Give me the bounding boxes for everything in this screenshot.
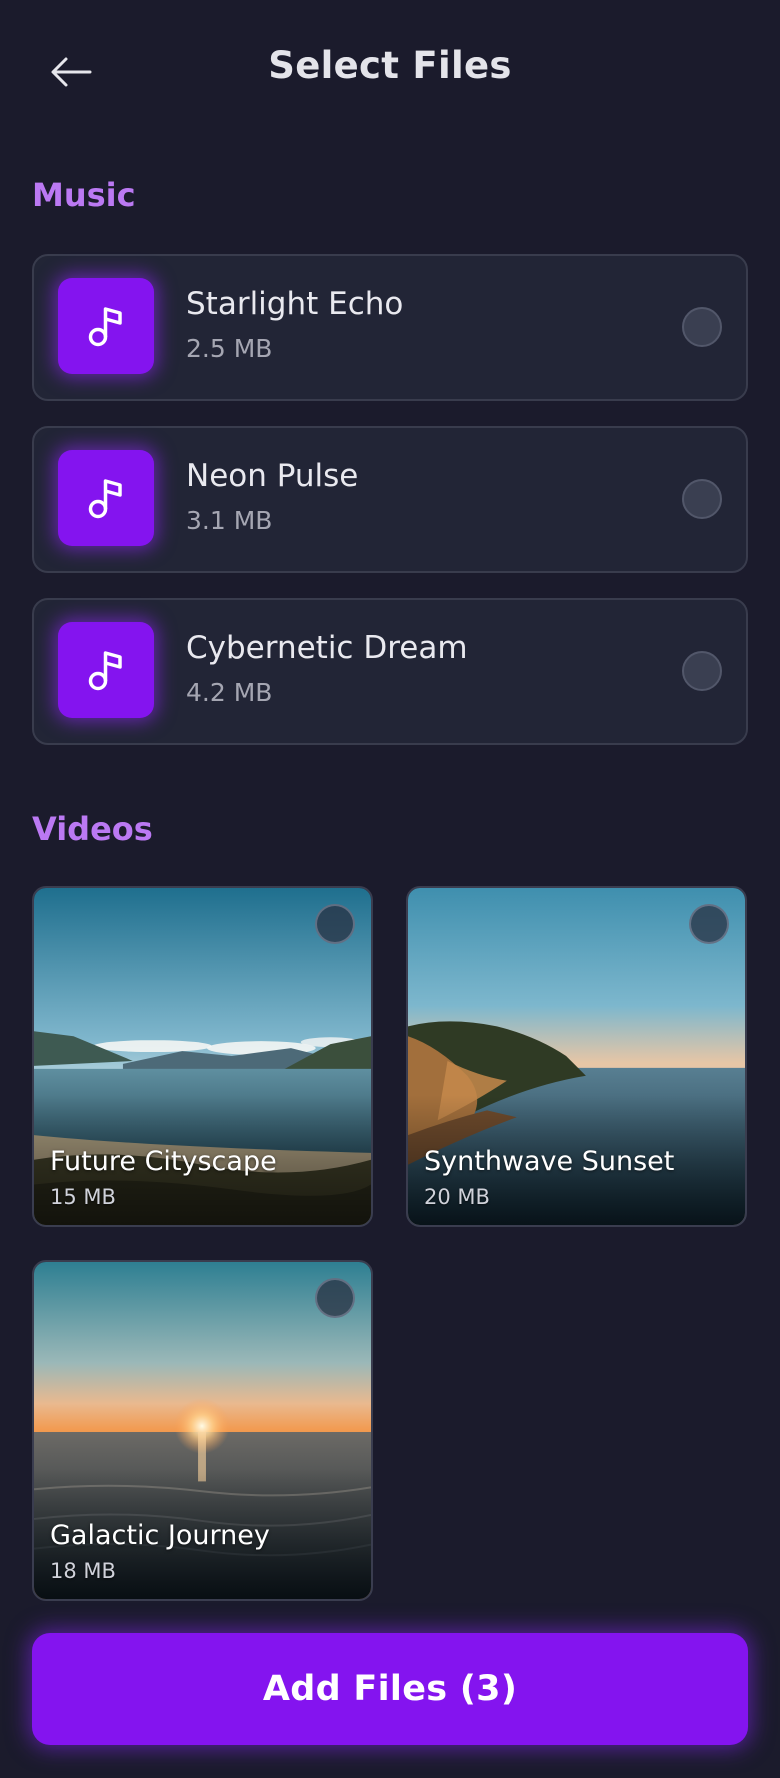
music-item[interactable]: Cybernetic Dream 4.2 MB bbox=[32, 598, 748, 745]
select-radio[interactable] bbox=[682, 307, 722, 347]
video-item-name: Galactic Journey bbox=[50, 1520, 270, 1551]
video-item[interactable]: Synthwave Sunset 20 MB bbox=[406, 886, 747, 1227]
video-item-name: Future Cityscape bbox=[50, 1146, 277, 1177]
video-item-size: 15 MB bbox=[50, 1185, 116, 1209]
music-note-icon bbox=[58, 450, 154, 546]
select-radio[interactable] bbox=[689, 904, 729, 944]
music-item[interactable]: Starlight Echo 2.5 MB bbox=[32, 254, 748, 401]
music-note-icon bbox=[58, 622, 154, 718]
music-item-size: 3.1 MB bbox=[186, 506, 273, 535]
select-radio[interactable] bbox=[682, 479, 722, 519]
select-radio[interactable] bbox=[315, 1278, 355, 1318]
music-item-name: Neon Pulse bbox=[186, 458, 359, 494]
music-item-size: 2.5 MB bbox=[186, 334, 273, 363]
music-item-size: 4.2 MB bbox=[186, 678, 273, 707]
music-item-name: Cybernetic Dream bbox=[186, 630, 468, 666]
video-item[interactable]: Future Cityscape 15 MB bbox=[32, 886, 373, 1227]
add-files-button[interactable]: Add Files (3) bbox=[32, 1633, 748, 1745]
music-item[interactable]: Neon Pulse 3.1 MB bbox=[32, 426, 748, 573]
select-radio[interactable] bbox=[682, 651, 722, 691]
header: Select Files bbox=[0, 0, 780, 145]
video-item-name: Synthwave Sunset bbox=[424, 1146, 675, 1177]
music-section-title: Music bbox=[32, 176, 136, 214]
video-item-size: 20 MB bbox=[424, 1185, 490, 1209]
page-title: Select Files bbox=[268, 44, 512, 87]
videos-section-title: Videos bbox=[32, 810, 153, 848]
video-item[interactable]: Galactic Journey 18 MB bbox=[32, 1260, 373, 1601]
music-list: Starlight Echo 2.5 MB Neon Pulse 3.1 MB … bbox=[32, 254, 748, 770]
video-item-size: 18 MB bbox=[50, 1559, 116, 1583]
select-radio[interactable] bbox=[315, 904, 355, 944]
music-item-name: Starlight Echo bbox=[186, 286, 404, 322]
music-note-icon bbox=[58, 278, 154, 374]
